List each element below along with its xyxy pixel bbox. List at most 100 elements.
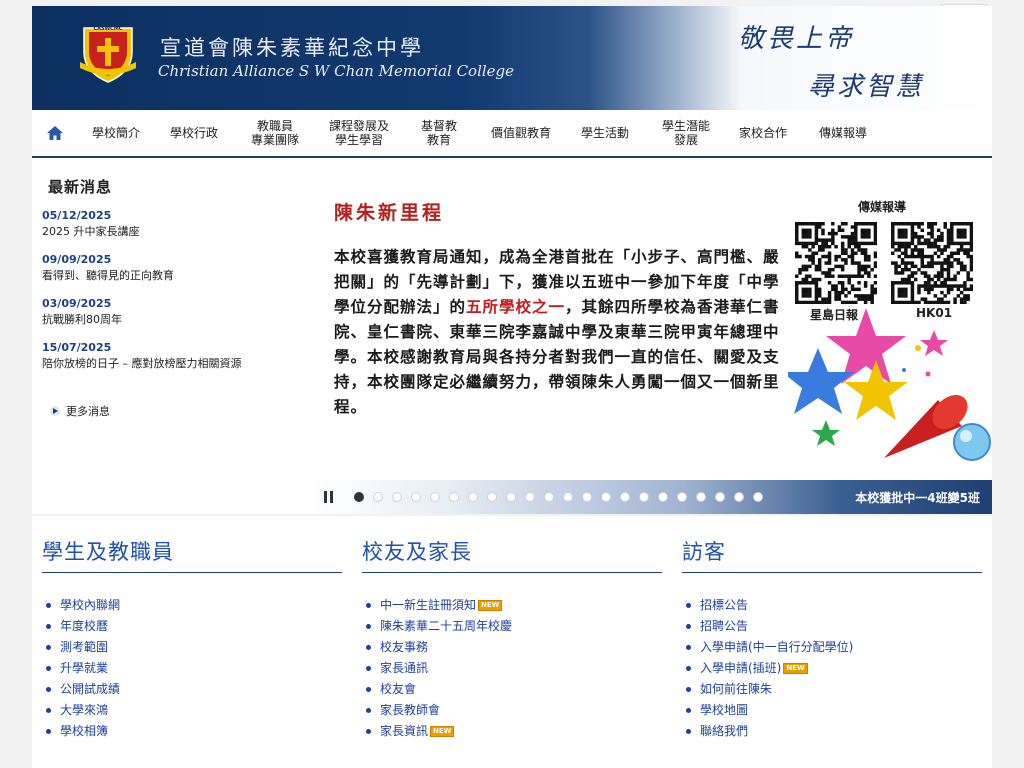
quick-link[interactable]: 聯絡我們 xyxy=(686,721,982,742)
nav-item-staff[interactable]: 教職員 專業團隊 xyxy=(234,119,316,147)
quick-link[interactable]: 學校內聯網 xyxy=(46,595,342,616)
quick-link[interactable]: 學校相簿 xyxy=(46,721,342,742)
nav-item-media-reports[interactable]: 傳媒報導 xyxy=(798,126,888,140)
quick-link-label[interactable]: 公開試成績 xyxy=(60,679,120,700)
nav-item-student-potential[interactable]: 學生潛能 發展 xyxy=(644,119,728,147)
slide-dot[interactable] xyxy=(373,492,383,502)
nav-item-school-intro[interactable]: 學校簡介 xyxy=(78,126,154,140)
news-date: 15/07/2025 xyxy=(42,341,112,354)
slide-body-highlight: 五所學校之一 xyxy=(466,297,566,316)
logo-text: CASWCMC xyxy=(94,26,123,32)
slide-dot[interactable] xyxy=(563,492,573,502)
slide-dot[interactable] xyxy=(658,492,668,502)
quick-link[interactable]: 升學就業 xyxy=(46,658,342,679)
quick-link-label[interactable]: 測考範圍 xyxy=(60,637,108,658)
bullet-icon xyxy=(686,603,691,608)
news-title[interactable]: 2025 升中家長講座 xyxy=(42,224,312,240)
slide-dot[interactable] xyxy=(715,492,725,502)
nav-item-values-education[interactable]: 價值觀教育 xyxy=(476,126,566,140)
news-item[interactable]: 03/09/2025 抗戰勝利80周年 xyxy=(42,296,312,328)
quick-link-label[interactable]: 如何前往陳朱 xyxy=(700,679,772,700)
quick-link-label[interactable]: 學校相簿 xyxy=(60,721,108,742)
quick-link-label[interactable]: 陳朱素華二十五周年校慶 xyxy=(380,616,512,637)
quick-link[interactable]: 家長通訊 xyxy=(366,658,662,679)
slide-caption[interactable]: 本校獲批中一4班變5班 xyxy=(855,489,980,506)
bullet-icon xyxy=(366,624,371,629)
nav-item-curriculum[interactable]: 課程發展及 學生學習 xyxy=(316,119,402,147)
quick-link[interactable]: 測考範圍 xyxy=(46,637,342,658)
quick-link-label[interactable]: 升學就業 xyxy=(60,658,108,679)
nav-home-button[interactable] xyxy=(32,110,78,156)
slide-dot[interactable] xyxy=(506,492,516,502)
nav-item-student-activities[interactable]: 學生活動 xyxy=(566,126,644,140)
quick-link[interactable]: 校友事務 xyxy=(366,637,662,658)
quick-link-label[interactable]: 大學來鴻 xyxy=(60,700,108,721)
school-logo[interactable]: CASWCMC xyxy=(76,22,140,84)
slide-dot[interactable] xyxy=(753,492,763,502)
slide-dot[interactable] xyxy=(525,492,535,502)
news-item[interactable]: 05/12/2025 2025 升中家長講座 xyxy=(42,208,312,240)
quick-link-label[interactable]: 聯絡我們 xyxy=(700,721,748,742)
news-title[interactable]: 看得到、聽得見的正向教育 xyxy=(42,268,312,284)
quick-link[interactable]: 入學申請(插班) NEW xyxy=(686,658,982,679)
quick-link[interactable]: 大學來鴻 xyxy=(46,700,342,721)
quick-link-label[interactable]: 家長資訊 xyxy=(380,721,428,742)
quick-link[interactable]: 公開試成績 xyxy=(46,679,342,700)
news-title[interactable]: 抗戰勝利80周年 xyxy=(42,312,312,328)
quick-link[interactable]: 學校地圖 xyxy=(686,700,982,721)
news-item[interactable]: 15/07/2025 陪你放榜的日子 – 應對放榜壓力相關資源 xyxy=(42,340,312,372)
quick-link-label[interactable]: 校友會 xyxy=(380,679,416,700)
news-title[interactable]: 陪你放榜的日子 – 應對放榜壓力相關資源 xyxy=(42,356,312,372)
quick-link[interactable]: 招聘公告 xyxy=(686,616,982,637)
slide-dot[interactable] xyxy=(430,492,440,502)
quick-link-label[interactable]: 學校地圖 xyxy=(700,700,748,721)
quick-link[interactable]: 校友會 xyxy=(366,679,662,700)
news-item[interactable]: 09/09/2025 看得到、聽得見的正向教育 xyxy=(42,252,312,284)
arrow-right-icon xyxy=(50,406,60,416)
news-date: 03/09/2025 xyxy=(42,297,112,310)
quick-link[interactable]: 家長教師會 xyxy=(366,700,662,721)
slide-dot[interactable] xyxy=(696,492,706,502)
quick-link-label[interactable]: 入學申請(中一自行分配學位) xyxy=(700,637,853,658)
news-list: 05/12/2025 2025 升中家長講座 09/09/2025 看得到、聽得… xyxy=(42,208,312,384)
slide-dot[interactable] xyxy=(639,492,649,502)
nav-item-home-school[interactable]: 家校合作 xyxy=(728,126,798,140)
more-news-link[interactable]: 更多消息 xyxy=(50,403,110,419)
pause-icon[interactable] xyxy=(324,491,334,503)
slide-dot[interactable] xyxy=(544,492,554,502)
quick-link-label[interactable]: 校友事務 xyxy=(380,637,428,658)
qr-code-icon[interactable] xyxy=(891,222,973,304)
quick-link[interactable]: 如何前往陳朱 xyxy=(686,679,982,700)
slide-dot[interactable] xyxy=(677,492,687,502)
slide-dot[interactable] xyxy=(449,492,459,502)
quick-link[interactable]: 陳朱素華二十五周年校慶 xyxy=(366,616,662,637)
slide-dot[interactable] xyxy=(582,492,592,502)
nav-item-school-admin[interactable]: 學校行政 xyxy=(154,126,234,140)
bullet-icon xyxy=(366,666,371,671)
slide-dot[interactable] xyxy=(354,492,364,502)
slide-dot[interactable] xyxy=(392,492,402,502)
quick-link[interactable]: 中一新生註冊須知 NEW xyxy=(366,595,662,616)
quick-link[interactable]: 家長資訊 NEW xyxy=(366,721,662,742)
slide-dot[interactable] xyxy=(620,492,630,502)
quick-link-label[interactable]: 中一新生註冊須知 xyxy=(380,595,476,616)
slide-dot[interactable] xyxy=(601,492,611,502)
quick-link-label[interactable]: 年度校曆 xyxy=(60,616,108,637)
quick-link-label[interactable]: 家長通訊 xyxy=(380,658,428,679)
section-students-staff: 學生及教職員 學校內聯網 年度校曆 測考範圍 升學就業 公開試成績 大學來鴻 學校相簿 xyxy=(42,536,342,742)
quick-link[interactable]: 年度校曆 xyxy=(46,616,342,637)
quick-link-label[interactable]: 家長教師會 xyxy=(380,700,440,721)
quick-link[interactable]: 入學申請(中一自行分配學位) xyxy=(686,637,982,658)
quick-link-label[interactable]: 入學申請(插班) xyxy=(700,658,781,679)
qr-code-icon[interactable] xyxy=(795,222,877,304)
quick-link-label[interactable]: 招聘公告 xyxy=(700,616,748,637)
bullet-icon xyxy=(686,666,691,671)
slide-dot[interactable] xyxy=(411,492,421,502)
nav-item-christian-education[interactable]: 基督教 教育 xyxy=(402,119,476,147)
quick-link-label[interactable]: 學校內聯網 xyxy=(60,595,120,616)
slide-dot[interactable] xyxy=(734,492,744,502)
quick-link-label[interactable]: 招標公告 xyxy=(700,595,748,616)
quick-link[interactable]: 招標公告 xyxy=(686,595,982,616)
slide-dot[interactable] xyxy=(468,492,478,502)
slide-dot[interactable] xyxy=(487,492,497,502)
